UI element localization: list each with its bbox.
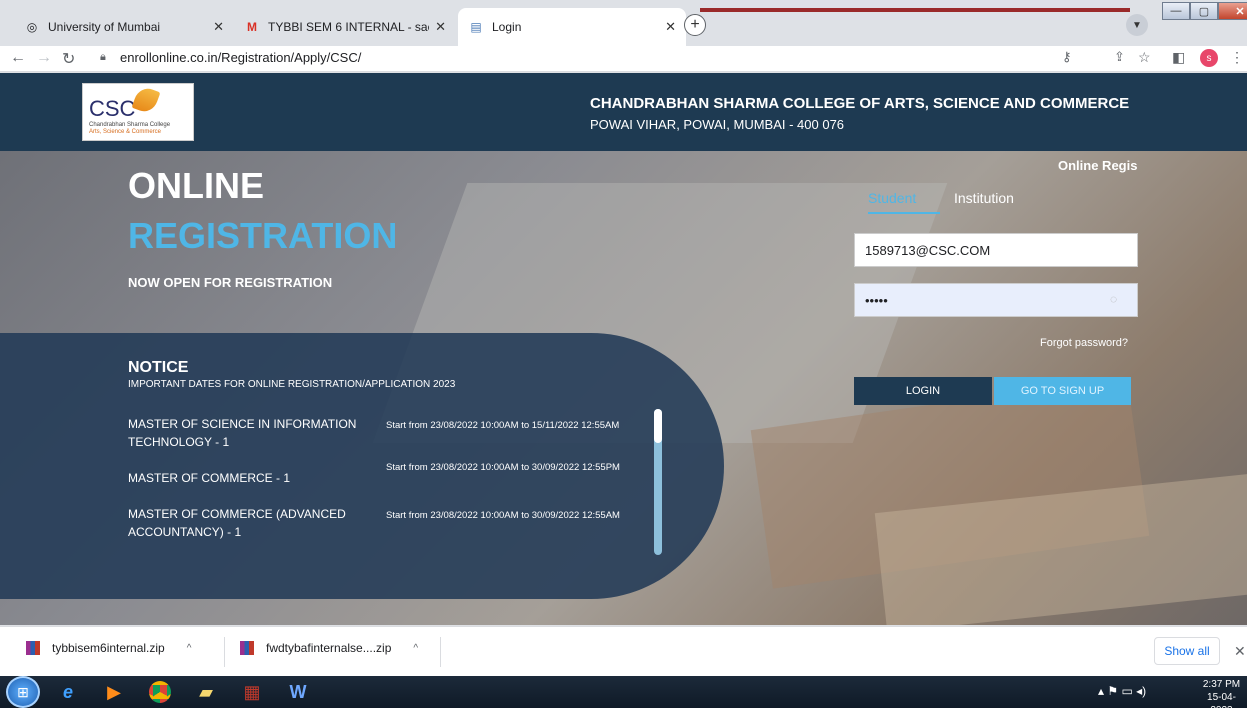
tab-label: Login [492, 20, 522, 34]
start-button[interactable]: ⊞ [6, 676, 40, 708]
browser-tab-university[interactable]: ◎ University of Mumbai ✕ [14, 8, 234, 46]
flame-icon [131, 84, 161, 116]
window-controls: — ▢ ✕ [1162, 2, 1247, 20]
chevron-up-icon[interactable]: ^ [187, 643, 192, 654]
globe-icon: ◎ [26, 20, 38, 34]
page-icon: ▤ [470, 20, 482, 34]
site-header: CSC Chandrabhan Sharma College Arts, Sci… [0, 73, 1247, 151]
forward-arrow-icon[interactable]: → [36, 49, 52, 67]
hero-title-line2: REGISTRATION [128, 215, 398, 256]
profile-avatar[interactable]: s [1200, 49, 1218, 67]
media-player-icon[interactable]: ▶ [92, 678, 136, 706]
login-heading: Online Regis [1058, 158, 1138, 173]
windows-taskbar: ⊞ e ▶ ▰ ▦ W ▴ ⚑ ▭ ◂) 2:37 PM 15-04-2023 [0, 676, 1247, 708]
lock-icon[interactable]: 🔒︎ [100, 51, 106, 64]
logo-subtitle: Chandrabhan Sharma College Arts, Science… [89, 122, 170, 136]
sign-up-button[interactable]: GO TO SIGN UP [994, 377, 1131, 405]
internet-explorer-icon[interactable]: e [46, 678, 90, 706]
system-tray-icons[interactable]: ▴ ⚑ ▭ ◂) [1098, 684, 1146, 698]
email-field[interactable] [854, 233, 1138, 267]
key-icon[interactable]: ⚷ [1062, 49, 1072, 65]
download-filename: fwdtybafinternalse....zip [266, 641, 392, 655]
winrar-icon[interactable]: ▦ [230, 678, 274, 706]
chrome-icon[interactable] [138, 678, 182, 706]
minimize-button[interactable]: — [1162, 2, 1190, 20]
tab-institution[interactable]: Institution [954, 190, 1014, 206]
course-row: MASTER OF SCIENCE IN INFORMATION TECHNOL… [128, 415, 648, 451]
browser-toolbar: ← → ↻ 🔒︎ enrollonline.co.in/Registration… [0, 46, 1247, 72]
clock-time: 2:37 PM [1202, 679, 1241, 690]
download-item[interactable]: fwdtybafinternalse....zip ^ [240, 641, 418, 655]
course-dates: Start from 23/08/2022 10:00AM to 30/09/2… [386, 462, 620, 473]
login-button[interactable]: LOGIN [854, 377, 992, 405]
download-bar: tybbisem6internal.zip ^ fwdtybafinternal… [0, 626, 1247, 676]
new-tab-button[interactable]: + [684, 14, 706, 36]
zip-file-icon [240, 641, 254, 655]
browser-tab-strip: ◎ University of Mumbai ✕ M TYBBI SEM 6 I… [0, 0, 1247, 46]
notice-title: NOTICE [128, 359, 189, 376]
close-icon[interactable]: ✕ [213, 19, 224, 35]
course-name: MASTER OF COMMERCE (ADVANCED ACCOUNTANCY… [128, 507, 346, 539]
gmail-icon: M [247, 20, 257, 34]
course-row: MASTER OF COMMERCE (ADVANCED ACCOUNTANCY… [128, 505, 648, 541]
course-row: MASTER OF COMMERCE - 1 Start from 23/08/… [128, 461, 648, 487]
eye-slash-icon[interactable]: ◌ [1110, 292, 1117, 306]
maximize-button[interactable]: ▢ [1190, 2, 1218, 20]
college-address: POWAI VIHAR, POWAI, MUMBAI - 400 076 [590, 117, 845, 132]
hero-subtitle: NOW OPEN FOR REGISTRATION [128, 275, 333, 290]
menu-kebab-icon[interactable]: ⋮ [1230, 49, 1244, 66]
course-name: MASTER OF SCIENCE IN INFORMATION TECHNOL… [128, 417, 357, 449]
clock-date: 15-04-2023 [1207, 692, 1236, 708]
college-name: CHANDRABHAN SHARMA COLLEGE OF ARTS, SCIE… [590, 95, 1130, 112]
chevron-down-icon[interactable]: ▼ [1126, 14, 1148, 36]
notice-scrollbar-thumb[interactable] [654, 409, 662, 443]
close-icon[interactable]: ✕ [665, 19, 676, 35]
sidepanel-icon[interactable]: ◧ [1172, 49, 1185, 66]
window-close-button[interactable]: ✕ [1218, 2, 1247, 20]
share-icon[interactable]: ⇪ [1114, 49, 1125, 65]
show-all-button[interactable]: Show all [1154, 637, 1220, 665]
chevron-up-icon[interactable]: ^ [413, 643, 418, 654]
notice-subtitle: IMPORTANT DATES FOR ONLINE REGISTRATION/… [128, 379, 456, 390]
college-logo[interactable]: CSC Chandrabhan Sharma College Arts, Sci… [82, 83, 194, 141]
close-icon[interactable]: ✕ [435, 19, 446, 35]
download-divider [440, 637, 441, 667]
course-dates: Start from 23/08/2022 10:00AM to 15/11/2… [386, 420, 620, 431]
folder-icon[interactable]: ▰ [184, 678, 228, 706]
web-page: CSC Chandrabhan Sharma College Arts, Sci… [0, 73, 1247, 625]
download-filename: tybbisem6internal.zip [52, 641, 165, 655]
reload-icon[interactable]: ↻ [62, 49, 75, 69]
logo-sub-line2: Arts, Science & Commerce [89, 129, 162, 135]
logo-sub-line1: Chandrabhan Sharma College [89, 122, 171, 128]
close-icon[interactable]: ✕ [1234, 643, 1246, 660]
tab-label: University of Mumbai [48, 20, 161, 34]
hero-title-line1: ONLINE [128, 165, 265, 206]
title-bar-accent [700, 8, 1130, 12]
forgot-password-link[interactable]: Forgot password? [1040, 337, 1128, 349]
word-icon[interactable]: W [276, 678, 320, 706]
download-divider [224, 637, 225, 667]
tab-label: TYBBI SEM 6 INTERNAL - sachind [268, 20, 429, 34]
logo-text: CSC [89, 96, 136, 121]
zip-file-icon [26, 641, 40, 655]
course-dates: Start from 23/08/2022 10:00AM to 30/09/2… [386, 510, 620, 521]
password-field[interactable] [854, 283, 1138, 317]
browser-tab-gmail[interactable]: M TYBBI SEM 6 INTERNAL - sachind ✕ [234, 8, 456, 46]
taskbar-clock[interactable]: 2:37 PM 15-04-2023 [1196, 678, 1247, 708]
download-item[interactable]: tybbisem6internal.zip ^ [26, 641, 191, 655]
back-arrow-icon[interactable]: ← [10, 49, 26, 67]
star-icon[interactable]: ☆ [1138, 49, 1151, 66]
address-bar[interactable]: enrollonline.co.in/Registration/Apply/CS… [120, 50, 361, 65]
tab-student[interactable]: Student [868, 190, 940, 214]
browser-tab-login[interactable]: ▤ Login ✕ [458, 8, 686, 46]
course-name: MASTER OF COMMERCE - 1 [128, 471, 291, 485]
